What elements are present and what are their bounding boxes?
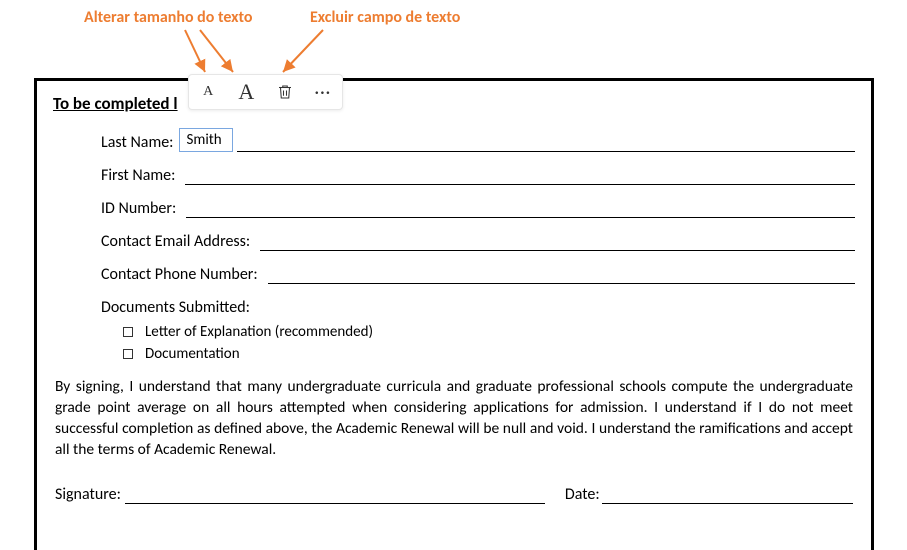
signature-line[interactable] <box>125 488 545 504</box>
date-line[interactable] <box>602 488 853 504</box>
form-container: To be completed l Last Name: First Name:… <box>34 78 874 550</box>
doc-option-1-label: Letter of Explanation (recommended) <box>145 323 373 341</box>
doc-option-2-label: Documentation <box>145 345 240 363</box>
signature-row: Signature: Date: <box>55 485 853 504</box>
documents-submitted-label: Documents Submitted: <box>101 298 855 317</box>
trash-icon <box>276 83 294 101</box>
doc-option-1-checkbox[interactable] <box>123 327 133 337</box>
phone-row: Contact Phone Number: <box>101 265 855 284</box>
delete-text-field-button[interactable] <box>271 78 299 106</box>
last-name-label: Last Name: <box>101 133 173 152</box>
date-label: Date: <box>565 485 600 504</box>
id-number-row: ID Number: <box>101 199 855 218</box>
signature-label: Signature: <box>55 485 121 504</box>
decrease-text-size-button[interactable]: A <box>194 78 222 106</box>
doc-option-2-checkbox[interactable] <box>123 349 133 359</box>
phone-line[interactable] <box>268 268 855 284</box>
last-name-textfield-wrap <box>179 128 233 152</box>
id-number-line[interactable] <box>186 202 855 218</box>
email-label: Contact Email Address: <box>101 232 250 251</box>
agreement-paragraph: By signing, I understand that many under… <box>55 377 853 461</box>
first-name-label: First Name: <box>101 166 175 185</box>
doc-option-1-row: Letter of Explanation (recommended) <box>123 323 855 341</box>
annotation-resize-text: Alterar tamanho do texto <box>84 8 252 27</box>
id-number-label: ID Number: <box>101 199 176 218</box>
first-name-row: First Name: <box>101 166 855 185</box>
first-name-line[interactable] <box>185 169 855 185</box>
last-name-row: Last Name: <box>101 128 855 152</box>
last-name-line <box>237 136 855 152</box>
section-title: To be completed l <box>53 93 855 114</box>
doc-option-2-row: Documentation <box>123 345 855 363</box>
phone-label: Contact Phone Number: <box>101 265 258 284</box>
email-line[interactable] <box>260 235 855 251</box>
more-options-button[interactable]: ··· <box>309 78 337 106</box>
last-name-input[interactable] <box>179 128 233 152</box>
email-row: Contact Email Address: <box>101 232 855 251</box>
annotation-delete-textfield: Excluir campo de texto <box>310 8 460 27</box>
text-field-toolbar: A A ··· <box>188 74 343 110</box>
increase-text-size-button[interactable]: A <box>232 78 260 106</box>
